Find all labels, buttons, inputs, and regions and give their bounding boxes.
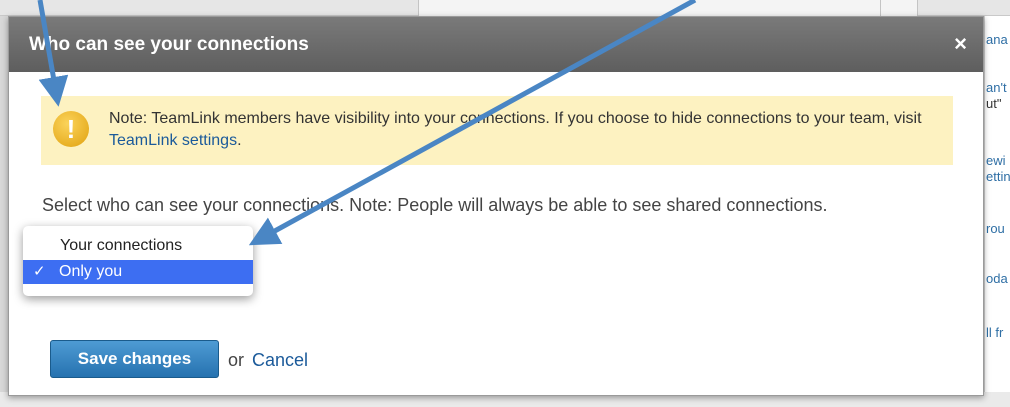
background-snippet: ettin: [986, 169, 1010, 184]
dialog-title: Who can see your connections: [29, 34, 309, 55]
notice-text-after: .: [237, 132, 242, 149]
background-snippet: ewi: [986, 153, 1006, 168]
close-icon[interactable]: ×: [954, 31, 967, 57]
dropdown-option-label: Only you: [59, 263, 123, 280]
connections-visibility-dialog: Who can see your connections × ! Note: T…: [8, 16, 984, 396]
visibility-dropdown-menu[interactable]: Your connections ✓ Only you: [23, 226, 253, 296]
warning-icon: !: [53, 111, 89, 147]
teamlink-notice: ! Note: TeamLink members have visibility…: [41, 96, 953, 165]
cancel-link[interactable]: Cancel: [252, 350, 308, 371]
check-icon: ✓: [33, 263, 46, 280]
dropdown-option-only-you[interactable]: ✓ Only you: [23, 260, 253, 284]
background-top-bar: [0, 0, 1010, 16]
background-snippet: ana: [986, 32, 1008, 47]
background-search-box: [418, 0, 918, 16]
background-snippet: an't: [986, 80, 1007, 95]
background-snippet: rou: [986, 221, 1005, 236]
background-snippet: ll fr: [986, 325, 1004, 340]
notice-text-before: Note: TeamLink members have visibility i…: [109, 110, 922, 127]
background-right-column: ana an't ut" ewi ettin rou oda ll fr: [984, 16, 1010, 407]
or-text: or: [228, 350, 245, 370]
background-snippet: ut": [986, 96, 1002, 111]
notice-text: Note: TeamLink members have visibility i…: [109, 108, 929, 152]
background-divider: [880, 0, 881, 16]
dialog-header: Who can see your connections ×: [9, 17, 983, 72]
save-changes-button[interactable]: Save changes: [50, 340, 219, 378]
background-snippet: oda: [986, 271, 1008, 286]
dropdown-option-your-connections[interactable]: Your connections: [23, 234, 253, 258]
teamlink-settings-link[interactable]: TeamLink settings: [109, 132, 237, 149]
